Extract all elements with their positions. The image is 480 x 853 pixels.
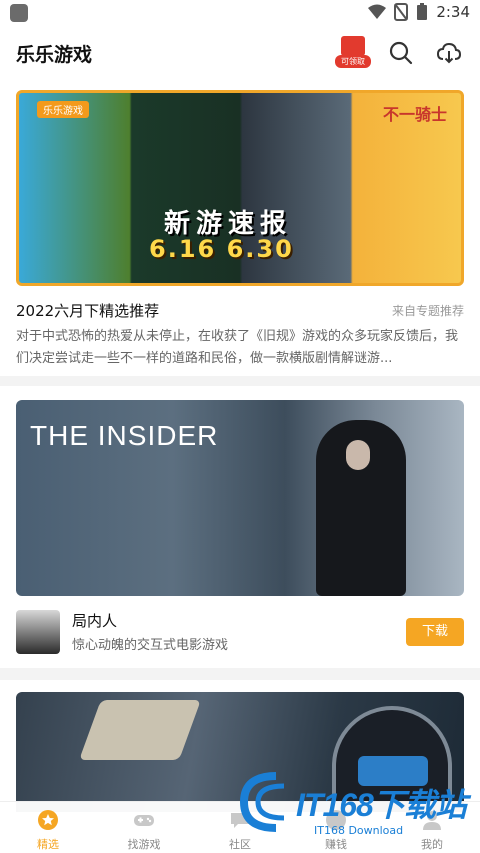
watermark-sub: IT168 Download bbox=[314, 824, 404, 837]
banner-right-title: 不一骑士 bbox=[383, 105, 448, 124]
game-card[interactable]: THE INSIDER 局内人 惊心动魄的交互式电影游戏 下载 bbox=[0, 386, 480, 664]
tab-label: 精选 bbox=[37, 838, 59, 851]
banner-logo: 乐乐游戏 bbox=[37, 101, 89, 118]
wifi-icon bbox=[368, 4, 387, 19]
watermark-brand: IT168下载站 bbox=[296, 787, 467, 823]
watermark-logo-icon bbox=[239, 772, 285, 832]
tab-featured[interactable]: 精选 bbox=[0, 802, 96, 853]
gamepad-icon bbox=[134, 815, 154, 826]
game-info-row: 局内人 惊心动魄的交互式电影游戏 下载 bbox=[16, 608, 464, 654]
section-divider bbox=[0, 668, 480, 680]
gift-label: 可领取 bbox=[335, 55, 371, 68]
download-cloud-icon[interactable] bbox=[436, 40, 462, 66]
no-sim-icon bbox=[394, 3, 409, 21]
status-time: 2:34 bbox=[436, 3, 470, 21]
app-header: 乐乐游戏 可领取 bbox=[0, 28, 480, 78]
game-name: 局内人 bbox=[72, 612, 118, 630]
poster-ship bbox=[79, 700, 201, 760]
featured-topic-card[interactable]: 乐乐游戏 不一骑士 新游速报 6.16 6.30 2022六月下精选推荐 来自专… bbox=[0, 78, 480, 376]
poster-title: THE INSIDER bbox=[30, 420, 219, 451]
battery-icon bbox=[417, 3, 428, 20]
section-divider bbox=[0, 376, 480, 386]
featured-banner[interactable]: 乐乐游戏 不一骑士 新游速报 6.16 6.30 bbox=[16, 90, 464, 286]
page-title: 乐乐游戏 bbox=[16, 44, 93, 66]
gift-icon bbox=[341, 36, 365, 56]
featured-source: 来自专题推荐 bbox=[391, 304, 464, 318]
watermark: IT168下载站 IT168 Download bbox=[236, 764, 476, 848]
game-description: 惊心动魄的交互式电影游戏 bbox=[72, 638, 229, 653]
status-icons: 2:34 bbox=[368, 3, 470, 21]
game-thumbnail[interactable] bbox=[16, 610, 60, 654]
poster-figure-face bbox=[346, 440, 370, 470]
search-icon[interactable] bbox=[388, 40, 414, 66]
gift-button[interactable]: 可领取 bbox=[335, 36, 371, 70]
download-button[interactable]: 下载 bbox=[406, 618, 464, 646]
status-bar: 2:34 bbox=[0, 0, 480, 28]
banner-dates: 6.16 6.30 bbox=[149, 235, 294, 263]
tab-label: 找游戏 bbox=[127, 838, 161, 851]
notification-app-icon bbox=[10, 4, 28, 22]
game-poster[interactable]: THE INSIDER bbox=[16, 400, 464, 596]
tab-find-games[interactable]: 找游戏 bbox=[96, 802, 192, 853]
star-icon bbox=[38, 810, 58, 830]
featured-description: 对于中式恐怖的热爱从未停止，在收获了《旧规》游戏的众多玩家反馈后，我们决定尝试走… bbox=[16, 329, 459, 366]
featured-title: 2022六月下精选推荐 bbox=[16, 302, 160, 320]
